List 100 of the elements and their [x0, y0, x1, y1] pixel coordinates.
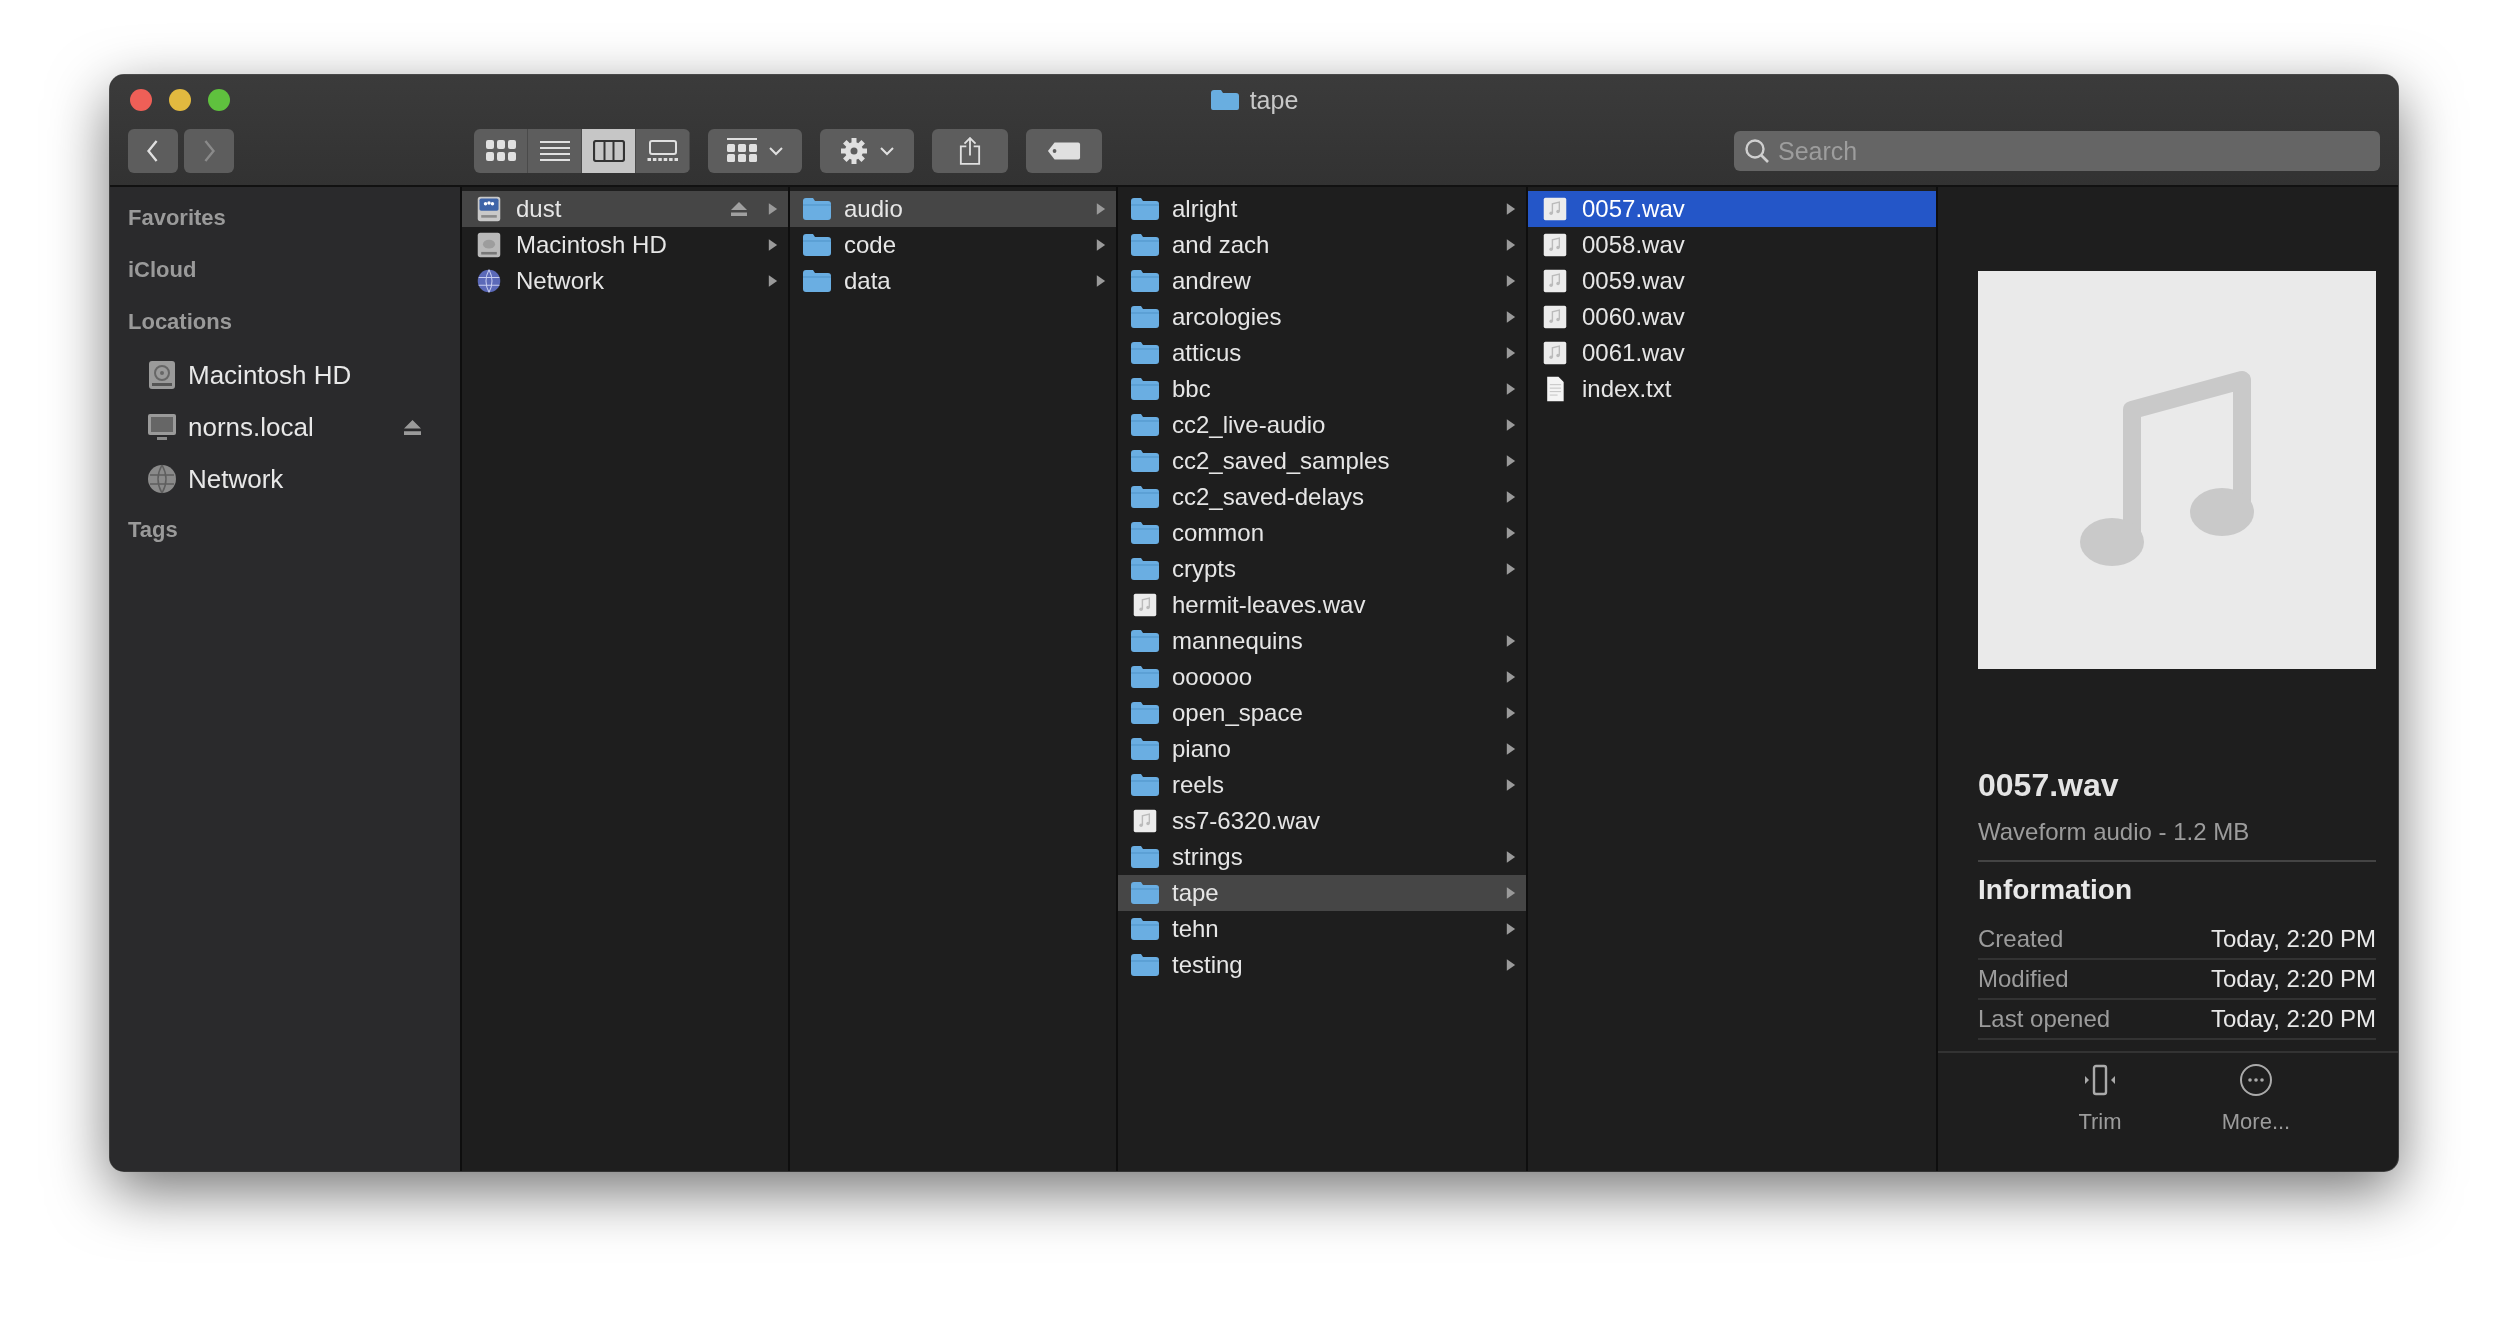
info-label: Created	[1978, 925, 2064, 953]
file-name: 0059.wav	[1582, 267, 1686, 295]
folder-icon	[1130, 340, 1160, 366]
file-row[interactable]: bbc	[1118, 371, 1526, 407]
sidebar-heading: Tags	[127, 516, 179, 544]
file-name: tehn	[1172, 915, 1220, 943]
file-row[interactable]: reels	[1118, 767, 1526, 803]
folder-icon	[1130, 304, 1160, 330]
back-button[interactable]	[128, 129, 178, 173]
file-row[interactable]: 0057.wav	[1528, 191, 1936, 227]
eject-icon[interactable]	[403, 418, 422, 436]
folder-icon	[802, 268, 832, 294]
file-row[interactable]: common	[1118, 515, 1526, 551]
file-row[interactable]: 0060.wav	[1528, 299, 1936, 335]
list-view-button[interactable]	[528, 129, 582, 173]
folder-icon	[1130, 520, 1160, 546]
file-row[interactable]: hermit-leaves.wav	[1118, 587, 1526, 623]
file-row[interactable]: alright	[1118, 191, 1526, 227]
search-field[interactable]: Search	[1734, 131, 2380, 171]
more-button[interactable]: More...	[2208, 1063, 2304, 1135]
folder-icon	[1130, 484, 1160, 510]
folder-icon	[1130, 700, 1160, 726]
file-row[interactable]: Macintosh HD	[462, 227, 788, 263]
file-row[interactable]: code	[790, 227, 1116, 263]
file-name: 0061.wav	[1582, 339, 1686, 367]
file-row[interactable]: Network	[462, 263, 788, 299]
file-name: audio	[844, 195, 904, 223]
file-row[interactable]: ss7-6320.wav	[1118, 803, 1526, 839]
folder-icon	[1130, 844, 1160, 870]
file-title: 0057.wav	[1978, 767, 2120, 804]
file-row[interactable]: testing	[1118, 947, 1526, 983]
gear-icon	[840, 137, 868, 165]
folder-icon	[1209, 89, 1240, 111]
sidebar-item[interactable]: Macintosh HD	[110, 349, 460, 401]
file-row[interactable]: open_space	[1118, 695, 1526, 731]
columns-view-button[interactable]	[582, 129, 636, 173]
file-name: crypts	[1172, 555, 1237, 583]
sidebar-label: Macintosh HD	[188, 359, 353, 391]
folder-icon	[1130, 916, 1160, 942]
tag-button[interactable]	[1026, 129, 1102, 173]
folder-icon	[1130, 772, 1160, 798]
file-row[interactable]: tape	[1118, 875, 1526, 911]
share-button[interactable]	[932, 129, 1008, 173]
sidebar-item[interactable]: norns.local	[110, 401, 460, 453]
file-row[interactable]: crypts	[1118, 551, 1526, 587]
file-row[interactable]: 0059.wav	[1528, 263, 1936, 299]
trim-icon	[2083, 1063, 2117, 1097]
file-row[interactable]: dust	[462, 191, 788, 227]
icons-view-button[interactable]	[474, 129, 528, 173]
action-button[interactable]	[820, 129, 914, 173]
folder-icon	[1130, 232, 1160, 258]
file-row[interactable]: 0061.wav	[1528, 335, 1936, 371]
gallery-icon	[646, 140, 679, 162]
file-row[interactable]: mannequins	[1118, 623, 1526, 659]
file-name: hermit-leaves.wav	[1172, 591, 1367, 619]
file-name: Macintosh HD	[516, 231, 668, 259]
file-row[interactable]: cc2_live-audio	[1118, 407, 1526, 443]
file-kind: Waveform audio - 1.2 MB	[1978, 818, 2376, 862]
trim-button[interactable]: Trim	[2052, 1063, 2148, 1135]
file-name: dust	[516, 195, 563, 223]
file-row[interactable]: strings	[1118, 839, 1526, 875]
file-row[interactable]: data	[790, 263, 1116, 299]
file-row[interactable]: andrew	[1118, 263, 1526, 299]
ellipsis-icon	[2239, 1063, 2273, 1097]
file-name: cc2_saved-delays	[1172, 483, 1366, 511]
sidebar-label: norns.local	[188, 411, 315, 443]
file-name: code	[844, 231, 898, 259]
folder-icon	[1130, 952, 1160, 978]
folder-icon	[1130, 736, 1160, 762]
folder-icon	[802, 232, 832, 258]
file-name: ss7-6320.wav	[1172, 807, 1322, 835]
file-row[interactable]: cc2_saved-delays	[1118, 479, 1526, 515]
file-row[interactable]: arcologies	[1118, 299, 1526, 335]
file-row[interactable]: tehn	[1118, 911, 1526, 947]
window-title: tape	[1249, 85, 1299, 115]
zoom-button[interactable]	[208, 89, 230, 111]
chevron-down-icon	[880, 146, 894, 156]
minimize-button[interactable]	[169, 89, 191, 111]
eject-icon[interactable]	[730, 201, 748, 217]
file-row[interactable]: atticus	[1118, 335, 1526, 371]
file-row[interactable]: cc2_saved_samples	[1118, 443, 1526, 479]
file-name: piano	[1172, 735, 1232, 763]
file-row[interactable]: index.txt	[1528, 371, 1936, 407]
file-name: 0058.wav	[1582, 231, 1686, 259]
info-value: Today, 2:20 PM	[2211, 925, 2376, 953]
file-name: arcologies	[1172, 303, 1283, 331]
folder-icon	[802, 196, 832, 222]
group-button[interactable]	[708, 129, 802, 173]
file-name: tape	[1172, 879, 1220, 907]
gallery-view-button[interactable]	[636, 129, 690, 173]
file-name: bbc	[1172, 375, 1212, 403]
folder-icon	[1130, 376, 1160, 402]
sidebar-item[interactable]: Network	[110, 453, 460, 505]
file-row[interactable]: 0058.wav	[1528, 227, 1936, 263]
file-row[interactable]: and zach	[1118, 227, 1526, 263]
close-button[interactable]	[130, 89, 152, 111]
info-value: Today, 2:20 PM	[2211, 965, 2376, 993]
file-row[interactable]: audio	[790, 191, 1116, 227]
file-row[interactable]: piano	[1118, 731, 1526, 767]
file-row[interactable]: oooooo	[1118, 659, 1526, 695]
